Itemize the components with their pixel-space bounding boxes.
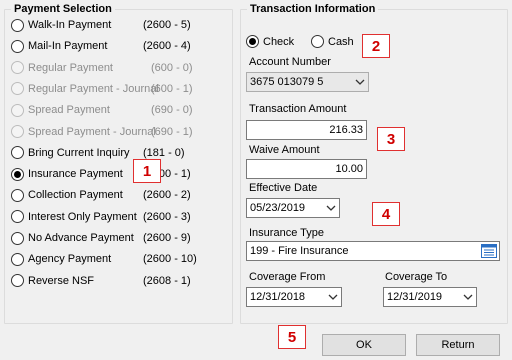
payment-option: Regular Payment - Journal (600 - 1) (11, 79, 231, 99)
callout-4: 4 (372, 202, 400, 226)
payment-option-label: Spread Payment (28, 104, 110, 117)
payment-option[interactable]: Insurance Payment (2600 - 1) (11, 164, 231, 184)
transaction-information-title: Transaction Information (247, 3, 379, 16)
account-number-label: Account Number (249, 56, 331, 68)
account-number-value: 3675 013079 5 (250, 76, 324, 88)
payment-option[interactable]: Reverse NSF (2608 - 1) (11, 271, 231, 291)
waive-amount-label: Waive Amount (249, 144, 320, 156)
chevron-down-icon (323, 199, 339, 217)
effective-date-label: Effective Date (249, 182, 318, 194)
chevron-down-icon (460, 288, 476, 306)
callout-3: 3 (377, 127, 405, 151)
payment-option-label: Collection Payment (28, 189, 123, 202)
payment-option-label: Regular Payment - Journal (28, 82, 159, 95)
payment-option: Spread Payment (690 - 0) (11, 100, 231, 120)
payment-option-label: Agency Payment (28, 253, 112, 266)
payment-option-radio[interactable] (11, 210, 24, 224)
payment-option-label: Bring Current Inquiry (28, 146, 130, 159)
payment-option[interactable]: Walk-In Payment (2600 - 5) (11, 15, 231, 35)
check-radio-option[interactable]: Check (246, 35, 294, 48)
check-label: Check (263, 35, 295, 48)
payment-option-code: (600 - 0) (151, 61, 193, 74)
cash-radio-option[interactable]: Cash (311, 35, 354, 48)
payment-option-label: Insurance Payment (28, 168, 123, 181)
coverage-from-value: 12/31/2018 (250, 291, 306, 303)
payment-option-code: (690 - 1) (151, 125, 193, 138)
coverage-from-picker[interactable]: 12/31/2018 (246, 287, 342, 307)
account-number-select[interactable]: 3675 013079 5 (246, 72, 369, 92)
payment-option-radio[interactable] (11, 18, 24, 32)
payment-option-radio (11, 61, 24, 75)
payment-option-code: (2600 - 5) (143, 19, 191, 31)
payment-option-radio[interactable] (11, 39, 24, 53)
payment-option-code: (181 - 0) (143, 146, 185, 159)
payment-option-radio[interactable] (11, 188, 24, 202)
payment-option-label: Spread Payment - Journal (28, 125, 156, 138)
payment-option[interactable]: Mail-In Payment (2600 - 4) (11, 36, 231, 56)
payment-option-radio (11, 125, 24, 138)
coverage-to-picker[interactable]: 12/31/2019 (383, 287, 477, 307)
insurance-type-field[interactable]: 199 - Fire Insurance (246, 241, 500, 261)
return-button[interactable]: Return (416, 334, 500, 356)
payment-option-code: (2600 - 3) (143, 210, 191, 223)
transaction-amount-label: Transaction Amount (249, 103, 347, 115)
chevron-down-icon (325, 288, 341, 306)
payment-option-label: Reverse NSF (28, 274, 95, 287)
effective-date-value: 05/23/2019 (250, 202, 306, 214)
payment-option-radio[interactable] (11, 252, 24, 266)
cash-label: Cash (328, 35, 354, 48)
payment-option-label: Interest Only Payment (28, 210, 137, 223)
payment-option-radio[interactable] (11, 146, 24, 160)
payment-option-label: No Advance Payment (28, 232, 134, 244)
coverage-from-label: Coverage From (249, 271, 326, 283)
payment-option: Regular Payment (600 - 0) (11, 58, 231, 78)
insurance-type-value: 199 - Fire Insurance (250, 245, 349, 257)
payment-option[interactable]: Agency Payment (2600 - 10) (11, 249, 231, 269)
effective-date-picker[interactable]: 05/23/2019 (246, 198, 340, 218)
cash-radio[interactable] (311, 35, 324, 48)
payment-option-radio[interactable] (11, 274, 24, 288)
payment-option-code: (2608 - 1) (143, 274, 191, 287)
payment-option-code: (2600 - 4) (143, 40, 191, 53)
payment-option-radio (11, 82, 24, 96)
payment-option[interactable]: Collection Payment (2600 - 2) (11, 185, 231, 205)
insurance-type-label: Insurance Type (249, 227, 325, 239)
coverage-to-label: Coverage To (385, 271, 448, 283)
payment-option-code: (2600 - 9) (143, 232, 191, 244)
check-radio[interactable] (246, 35, 259, 48)
payment-option-radio[interactable] (11, 167, 24, 181)
payment-option-radio (11, 103, 24, 117)
payment-option-code: (600 - 1) (151, 82, 193, 95)
callout-2: 2 (362, 34, 390, 58)
waive-amount-input[interactable]: 10.00 (246, 159, 367, 179)
payment-option[interactable]: No Advance Payment (2600 - 9) (11, 228, 231, 248)
callout-1: 1 (133, 159, 161, 183)
transaction-amount-input[interactable]: 216.33 (246, 120, 367, 140)
payment-option-label: Mail-In Payment (28, 40, 108, 53)
payment-option: Spread Payment - Journal (690 - 1) (11, 122, 231, 142)
callout-5: 5 (278, 325, 306, 349)
payment-option-code: (2600 - 10) (143, 253, 197, 266)
ok-button[interactable]: OK (322, 334, 406, 356)
list-icon[interactable] (479, 242, 499, 260)
payment-option-label: Walk-In Payment (28, 19, 112, 31)
coverage-to-value: 12/31/2019 (387, 291, 443, 303)
payment-option-code: (690 - 0) (151, 104, 193, 117)
payment-option-radio[interactable] (11, 231, 24, 245)
payment-option-code: (2600 - 2) (143, 189, 191, 202)
payment-option[interactable]: Interest Only Payment (2600 - 3) (11, 207, 231, 227)
payment-selection-group: Payment Selection Walk-In Payment (2600 -… (4, 3, 233, 324)
payment-option-label: Regular Payment (28, 61, 113, 74)
chevron-down-icon (352, 73, 368, 91)
payment-option[interactable]: Bring Current Inquiry (181 - 0) (11, 143, 231, 163)
